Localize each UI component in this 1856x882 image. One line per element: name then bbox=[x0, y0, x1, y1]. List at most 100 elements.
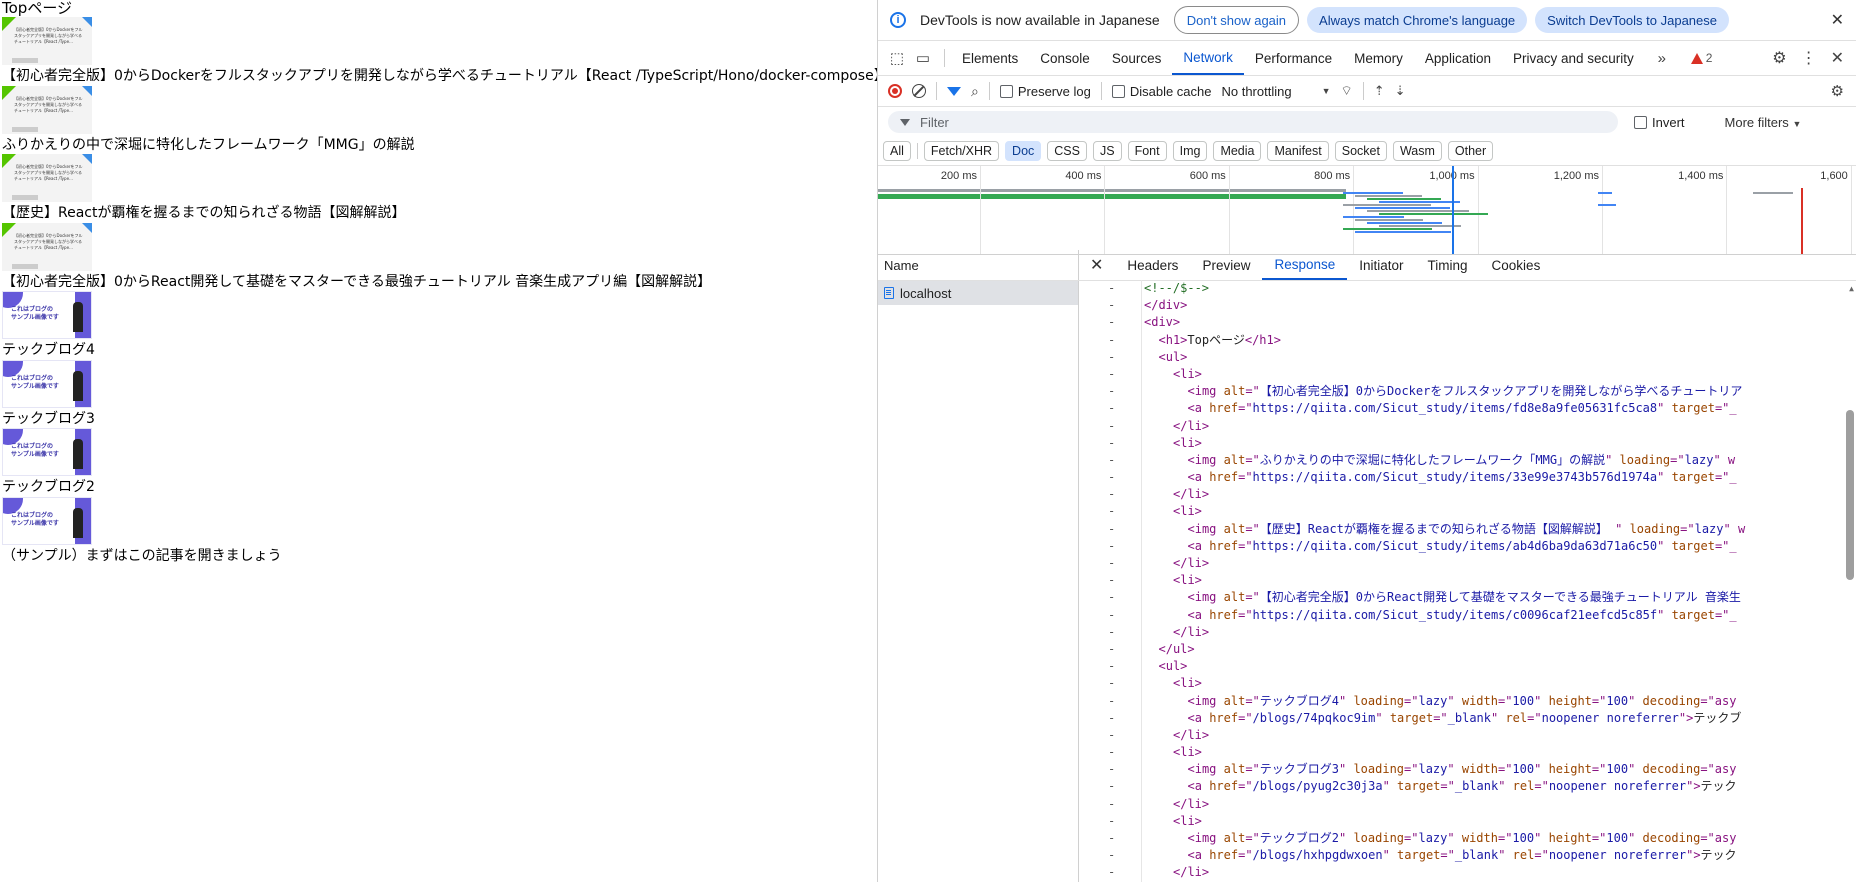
code-token: target bbox=[1671, 538, 1715, 553]
always-match-language-button[interactable]: Always match Chrome's language bbox=[1307, 7, 1528, 33]
article-link[interactable]: テックブログ3 bbox=[2, 411, 95, 427]
invert-checkbox[interactable]: Invert bbox=[1634, 115, 1685, 130]
type-filter-fetchxhr[interactable]: Fetch/XHR bbox=[923, 141, 1000, 161]
export-har-icon[interactable]: ⇣ bbox=[1395, 83, 1406, 99]
devtools-panel: i DevTools is now available in Japanese … bbox=[877, 0, 1856, 882]
clear-icon[interactable] bbox=[912, 84, 926, 98]
article-link[interactable]: 【歴史】Reactが覇権を握るまでの知られざる物語【図解解説】 bbox=[2, 205, 405, 221]
code-token: =" bbox=[1404, 693, 1419, 708]
tab-elements[interactable]: Elements bbox=[951, 41, 1029, 75]
tab-network[interactable]: Network bbox=[1172, 41, 1244, 75]
code-token: " bbox=[1657, 470, 1672, 485]
type-filter-other[interactable]: Other bbox=[1447, 141, 1494, 161]
code-text: </div> bbox=[1144, 297, 1187, 314]
type-filter-media[interactable]: Media bbox=[1213, 141, 1262, 161]
name-column-header[interactable]: Name bbox=[878, 250, 1078, 281]
list-item[interactable]: これはブログの サンプル画像です テックブログ2 bbox=[2, 428, 95, 497]
code-token: href bbox=[1209, 401, 1239, 416]
type-filter-doc[interactable]: Doc bbox=[1005, 141, 1042, 161]
search-icon[interactable]: ⌕ bbox=[971, 83, 979, 100]
code-token: href bbox=[1209, 470, 1239, 485]
detail-tab-headers[interactable]: Headers bbox=[1115, 250, 1190, 280]
inspect-element-icon[interactable]: ⬚ bbox=[886, 47, 908, 69]
article-link[interactable]: 【初心者完全版】0からDockerをフルスタックアプリを開発しながら学べるチュー… bbox=[2, 68, 877, 84]
type-filter-js[interactable]: JS bbox=[1092, 141, 1122, 161]
more-filters-dropdown[interactable]: More filters ▼ bbox=[1725, 115, 1802, 130]
code-token: " bbox=[1339, 831, 1354, 845]
list-item[interactable]: これはブログの サンプル画像です テックブログ4 bbox=[2, 291, 95, 360]
code-line: - <li> bbox=[1078, 434, 1856, 452]
checkbox-box bbox=[1111, 84, 1125, 98]
timeline-tick-label: 400 ms bbox=[1065, 170, 1102, 182]
code-line: - </li> bbox=[1078, 555, 1856, 573]
network-overview-timeline[interactable]: 200 ms 400 ms 600 ms 800 ms 1,000 ms 1,200 ms… bbox=[878, 166, 1856, 255]
close-detail-icon[interactable]: ✕ bbox=[1090, 255, 1103, 275]
switch-to-japanese-button[interactable]: Switch DevTools to Japanese bbox=[1535, 7, 1729, 33]
article-link[interactable]: テックブログ4 bbox=[2, 342, 95, 358]
detail-tab-preview[interactable]: Preview bbox=[1190, 250, 1262, 280]
tab-privacy-and-security[interactable]: Privacy and security bbox=[1502, 41, 1645, 75]
article-link[interactable]: 【初心者完全版】0からReact開発して基礎をマスターできる最強チュートリアル … bbox=[2, 274, 711, 290]
indent-guide bbox=[1141, 864, 1142, 882]
code-token: " bbox=[1498, 848, 1513, 863]
warnings-badge[interactable]: 2 bbox=[1690, 51, 1712, 65]
import-har-icon[interactable]: ⇡ bbox=[1374, 83, 1385, 99]
type-filter-socket[interactable]: Socket bbox=[1334, 141, 1387, 161]
code-line: - <a href="/blogs/74pqkoc9im" target="_bl… bbox=[1078, 709, 1856, 727]
article-link[interactable]: （サンプル）まずはこの記事を開きましょう bbox=[2, 548, 282, 564]
detail-tab-response[interactable]: Response bbox=[1262, 250, 1348, 280]
more-tabs-icon[interactable]: » bbox=[1651, 47, 1673, 69]
disable-cache-checkbox[interactable]: Disable cache bbox=[1111, 84, 1211, 99]
line-gutter-mark: - bbox=[1108, 556, 1116, 570]
tab-sources[interactable]: Sources bbox=[1101, 41, 1173, 75]
throttling-select[interactable]: No throttling ▼ bbox=[1221, 84, 1330, 99]
list-item[interactable]: 【初心者完全版】0からDockerをフルスタックアプリを開発しながら学べるチュー… bbox=[2, 17, 877, 86]
settings-gear-icon[interactable]: ⚙ bbox=[1772, 48, 1786, 68]
type-filter-css[interactable]: CSS bbox=[1047, 141, 1087, 161]
indent-guide bbox=[1141, 640, 1142, 659]
list-item[interactable]: これはブログの サンプル画像です テックブログ3 bbox=[2, 359, 95, 429]
timeline-waterfall-bar bbox=[1379, 213, 1488, 215]
list-item[interactable]: 【初心者完全版】0からDockerをフルスタックアプリを開発しながら学べるチュー… bbox=[2, 85, 415, 155]
type-filter-wasm[interactable]: Wasm bbox=[1392, 141, 1442, 161]
timeline-tick: 200 ms bbox=[941, 166, 981, 254]
response-source-view[interactable]: ▲ - <!--/$--> - </div> - <div> - <h1>Topページ</h1… bbox=[1078, 280, 1856, 882]
type-filter-font[interactable]: Font bbox=[1127, 141, 1167, 161]
code-token: " bbox=[1628, 762, 1643, 777]
article-link[interactable]: ふりかえりの中で深堀に特化したフレームワーク「MMG」の解説 bbox=[2, 137, 415, 153]
detail-tab-timing[interactable]: Timing bbox=[1416, 250, 1480, 280]
preserve-log-checkbox[interactable]: Preserve log bbox=[999, 84, 1091, 99]
kebab-menu-icon[interactable]: ⋮ bbox=[1801, 48, 1817, 68]
code-token: Topページ bbox=[1187, 332, 1245, 347]
code-text: <ul> bbox=[1159, 349, 1188, 366]
tab-performance[interactable]: Performance bbox=[1244, 41, 1343, 75]
list-item[interactable]: 【初心者完全版】0からDockerをフルスタックアプリを開発しながら学べるチュー… bbox=[2, 154, 405, 223]
code-token: height bbox=[1548, 762, 1592, 777]
tab-application[interactable]: Application bbox=[1414, 41, 1502, 75]
list-item[interactable]: 【初心者完全版】0からDockerをフルスタックアプリを開発しながら学べるチュー… bbox=[2, 222, 711, 292]
filter-input[interactable]: Filter bbox=[888, 111, 1618, 133]
close-icon[interactable]: ✕ bbox=[1831, 10, 1844, 30]
code-token: " bbox=[1498, 779, 1513, 794]
code-token: /blogs/pyug2c30j3a bbox=[1252, 779, 1383, 794]
list-item[interactable]: これはブログの サンプル画像です （サンプル）まずはこの記事を開きましょう bbox=[2, 496, 282, 566]
network-settings-gear-icon[interactable]: ⚙ bbox=[1831, 82, 1844, 100]
filter-icon[interactable] bbox=[947, 86, 961, 96]
type-filter-manifest[interactable]: Manifest bbox=[1267, 141, 1329, 161]
request-row[interactable]: localhost bbox=[878, 281, 1078, 305]
timeline-waterfall-bar bbox=[878, 189, 1346, 192]
record-icon[interactable] bbox=[888, 84, 902, 98]
article-link[interactable]: テックブログ2 bbox=[2, 479, 95, 495]
device-toolbar-icon[interactable]: ▭ bbox=[912, 47, 934, 69]
timeline-waterfall-bar bbox=[1367, 222, 1442, 224]
type-filter-all[interactable]: All bbox=[883, 141, 911, 161]
detail-tab-initiator[interactable]: Initiator bbox=[1347, 250, 1415, 280]
detail-tab-cookies[interactable]: Cookies bbox=[1480, 250, 1553, 280]
close-devtools-icon[interactable]: ✕ bbox=[1831, 48, 1844, 68]
code-token: href bbox=[1209, 607, 1239, 622]
network-conditions-icon[interactable]: ⌔ bbox=[1341, 83, 1353, 99]
type-filter-img[interactable]: Img bbox=[1172, 141, 1208, 161]
tab-memory[interactable]: Memory bbox=[1343, 41, 1414, 75]
dont-show-again-button[interactable]: Don't show again bbox=[1173, 6, 1300, 34]
tab-console[interactable]: Console bbox=[1029, 41, 1101, 75]
